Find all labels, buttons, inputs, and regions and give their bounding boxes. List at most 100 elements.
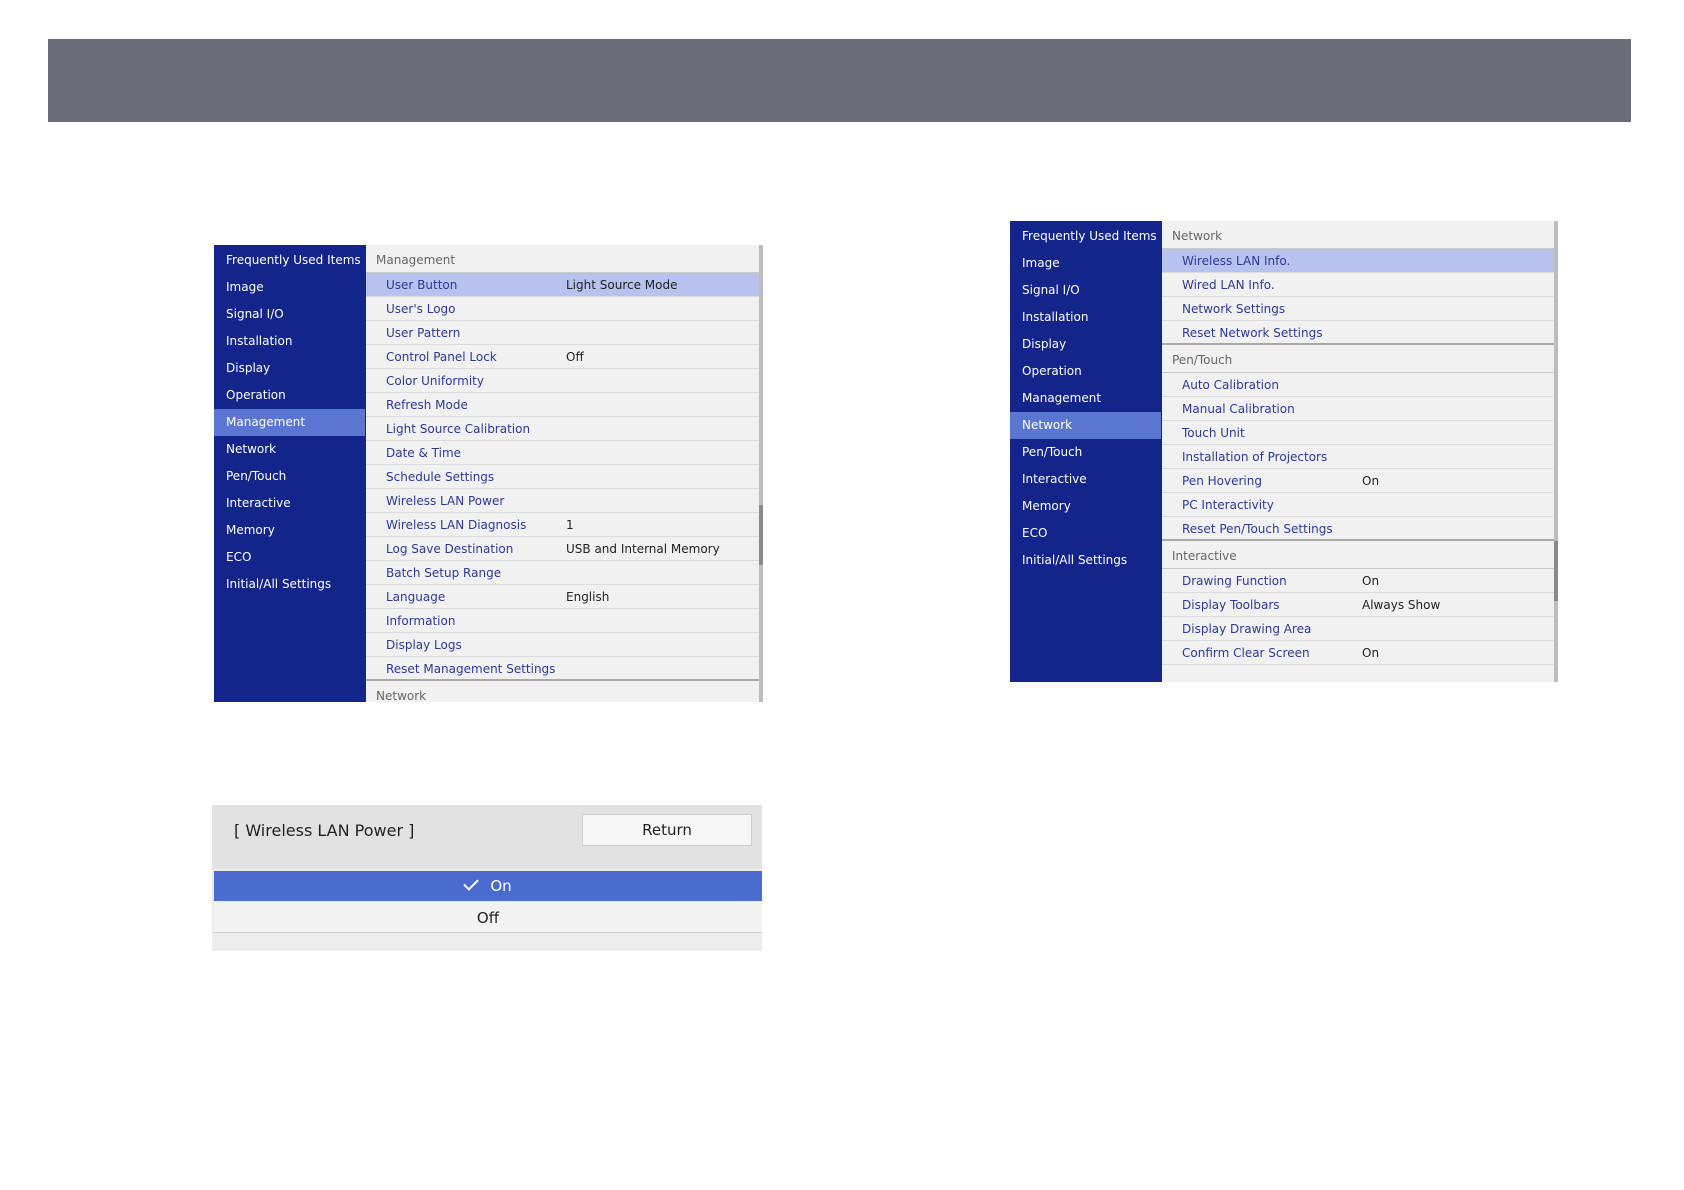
menu-row[interactable]: Auto Calibration [1162, 373, 1558, 397]
sidebar-item-signal-io[interactable]: Signal I/O [1010, 277, 1162, 304]
menu-row[interactable]: Color Uniformity [366, 369, 763, 393]
row-label: User Button [386, 278, 458, 292]
row-label: Refresh Mode [386, 398, 468, 412]
sidebar-item-memory[interactable]: Memory [214, 517, 366, 544]
sidebar-item-signal-io[interactable]: Signal I/O [214, 301, 366, 328]
sidebar-item-management[interactable]: Management [214, 409, 365, 436]
row-label: Light Source Calibration [386, 422, 531, 436]
menu-row[interactable]: Date & Time [366, 441, 763, 465]
menu-row[interactable]: User's Logo [366, 297, 763, 321]
menu-row[interactable]: Network Settings [1162, 297, 1558, 321]
row-value: On [1362, 574, 1380, 588]
row-label: Reset Pen/Touch Settings [1182, 522, 1333, 536]
sidebar-item-initial-all-settings[interactable]: Initial/All Settings [214, 571, 366, 598]
sidebar-item-image[interactable]: Image [214, 274, 366, 301]
menu-row[interactable]: Touch Unit [1162, 421, 1558, 445]
sidebar-item-frequently-used-items[interactable]: Frequently Used Items [1010, 223, 1162, 250]
menu-row[interactable]: Batch Setup Range [366, 561, 763, 585]
scrollbar-thumb[interactable] [759, 505, 763, 565]
menu-row[interactable]: Refresh Mode [366, 393, 763, 417]
option-label: Off [476, 909, 500, 927]
scrollbar-thumb[interactable] [1554, 541, 1558, 601]
menu-row[interactable]: Confirm Clear Screen On [1162, 641, 1558, 665]
menu-row[interactable]: Display Toolbars Always Show [1162, 593, 1558, 617]
menu-row[interactable]: Wireless LAN Power [366, 489, 763, 513]
row-label: Pen Hovering [1182, 474, 1262, 488]
menu-row[interactable]: Wired LAN Info. [1162, 273, 1558, 297]
row-value: Light Source Mode [566, 278, 678, 292]
menu-row[interactable]: Wireless LAN Diagnosis 1 [366, 513, 763, 537]
menu-row[interactable]: Log Save Destination USB and Internal Mem… [366, 537, 763, 561]
menu-row[interactable]: Control Panel Lock Off [366, 345, 763, 369]
sidebar-item-display[interactable]: Display [1010, 331, 1162, 358]
sidebar-item-operation[interactable]: Operation [214, 382, 366, 409]
sidebar-item-management[interactable]: Management [1010, 385, 1162, 412]
menu-row[interactable]: Information [366, 609, 763, 633]
menu-row[interactable]: User Pattern [366, 321, 763, 345]
row-label: Network Settings [1182, 302, 1286, 316]
scrollbar[interactable] [759, 245, 763, 702]
row-label: Manual Calibration [1182, 402, 1295, 416]
section-header: Management [366, 245, 763, 273]
row-label: Drawing Function [1182, 574, 1287, 588]
sidebar-item-network[interactable]: Network [214, 436, 366, 463]
sidebar-item-interactive[interactable]: Interactive [1010, 466, 1162, 493]
sidebar-item-pen-touch[interactable]: Pen/Touch [214, 463, 366, 490]
settings-panel: Network Wireless LAN Info. Wired LAN Inf… [1162, 221, 1558, 682]
menu-row[interactable]: Reset Pen/Touch Settings [1162, 517, 1558, 541]
sidebar-item-frequently-used-items[interactable]: Frequently Used Items [214, 247, 366, 274]
row-label: Batch Setup Range [386, 566, 502, 580]
management-menu: Frequently Used Items Image Signal I/O I… [214, 245, 763, 702]
menu-row[interactable]: Reset Network Settings [1162, 321, 1558, 345]
wireless-lan-power-dialog: [ Wireless LAN Power ] Return On Off [212, 805, 762, 951]
check-icon [463, 875, 480, 891]
row-label: Information [386, 614, 456, 628]
sidebar-item-network[interactable]: Network [1010, 412, 1161, 439]
menu-row[interactable]: Language English [366, 585, 763, 609]
menu-row[interactable]: Display Logs [366, 633, 763, 657]
sidebar-item-display[interactable]: Display [214, 355, 366, 382]
menu-row[interactable]: User Button Light Source Mode [366, 273, 763, 297]
row-label: Date & Time [386, 446, 462, 460]
menu-row[interactable]: Display Drawing Area [1162, 617, 1558, 641]
menu-row[interactable]: Light Source Calibration [366, 417, 763, 441]
option-on[interactable]: On [214, 871, 762, 901]
top-banner [48, 39, 1631, 122]
row-label: Auto Calibration [1182, 378, 1279, 392]
sidebar-item-installation[interactable]: Installation [214, 328, 366, 355]
option-label: On [490, 877, 512, 895]
row-value: Always Show [1362, 598, 1441, 612]
dialog-title: [ Wireless LAN Power ] [234, 821, 415, 840]
sidebar-item-pen-touch[interactable]: Pen/Touch [1010, 439, 1162, 466]
menu-row[interactable]: Manual Calibration [1162, 397, 1558, 421]
row-label: Installation of Projectors [1182, 450, 1328, 464]
settings-panel: Management User Button Light Source Mode … [366, 245, 763, 702]
row-label: Display Logs [386, 638, 462, 652]
option-off[interactable]: Off [214, 903, 762, 933]
sidebar-item-eco[interactable]: ECO [214, 544, 366, 571]
menu-row[interactable]: Wireless LAN Info. [1162, 249, 1558, 273]
row-label: Color Uniformity [386, 374, 484, 388]
row-label: Wireless LAN Diagnosis [386, 518, 527, 532]
scrollbar[interactable] [1554, 221, 1558, 682]
sidebar: Frequently Used Items Image Signal I/O I… [214, 245, 366, 702]
row-label: Display Drawing Area [1182, 622, 1312, 636]
row-label: Touch Unit [1182, 426, 1245, 440]
sidebar-item-memory[interactable]: Memory [1010, 493, 1162, 520]
sidebar-item-operation[interactable]: Operation [1010, 358, 1162, 385]
menu-row[interactable]: Installation of Projectors [1162, 445, 1558, 469]
row-label: PC Interactivity [1182, 498, 1274, 512]
row-label: User Pattern [386, 326, 461, 340]
sidebar-item-installation[interactable]: Installation [1010, 304, 1162, 331]
menu-row[interactable]: Schedule Settings [366, 465, 763, 489]
menu-row[interactable]: PC Interactivity [1162, 493, 1558, 517]
return-button[interactable]: Return [582, 814, 752, 846]
menu-row[interactable]: Reset Management Settings [366, 657, 763, 681]
sidebar-item-eco[interactable]: ECO [1010, 520, 1162, 547]
sidebar: Frequently Used Items Image Signal I/O I… [1010, 221, 1162, 682]
sidebar-item-interactive[interactable]: Interactive [214, 490, 366, 517]
sidebar-item-image[interactable]: Image [1010, 250, 1162, 277]
menu-row[interactable]: Pen Hovering On [1162, 469, 1558, 493]
sidebar-item-initial-all-settings[interactable]: Initial/All Settings [1010, 547, 1162, 574]
menu-row[interactable]: Drawing Function On [1162, 569, 1558, 593]
